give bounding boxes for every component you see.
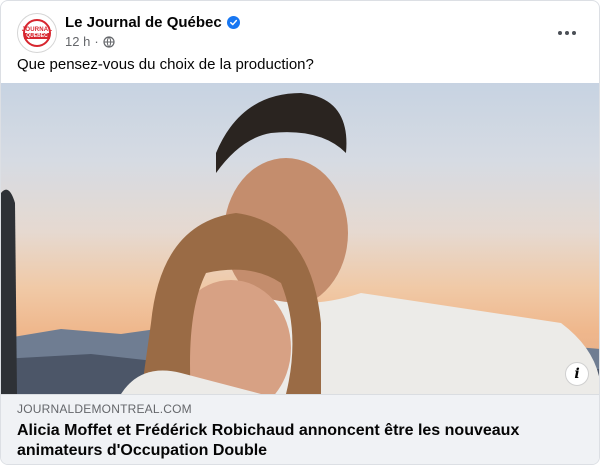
post-timestamp[interactable]: 12 h <box>65 34 90 49</box>
meta-separator: · <box>94 34 99 49</box>
post-header: JOURNAL QUÉBEC Le Journal de Québec 12 h… <box>17 13 587 53</box>
link-preview[interactable]: JOURNALDEMONTREAL.COM Alicia Moffet et F… <box>1 394 599 464</box>
more-options-icon[interactable] <box>553 19 581 47</box>
info-icon[interactable]: i <box>565 362 589 386</box>
link-title[interactable]: Alicia Moffet et Frédérick Robichaud ann… <box>17 421 537 461</box>
page-name-row: Le Journal de Québec <box>65 14 240 31</box>
page-name-link[interactable]: Le Journal de Québec <box>65 14 222 31</box>
link-domain: JOURNALDEMONTREAL.COM <box>17 402 192 416</box>
journal-logo: JOURNAL QUÉBEC <box>22 19 52 47</box>
post-message: Que pensez-vous du choix de la productio… <box>17 56 314 73</box>
logo-text-bottom: QUÉBEC <box>24 33 50 39</box>
globe-icon[interactable] <box>103 35 115 48</box>
post-photo[interactable]: i <box>1 83 599 394</box>
verified-badge-icon <box>226 16 240 29</box>
couple-silhouettes <box>1 93 599 394</box>
page-avatar[interactable]: JOURNAL QUÉBEC <box>17 13 57 53</box>
post-meta: 12 h · <box>65 34 115 49</box>
facebook-post-card: JOURNAL QUÉBEC Le Journal de Québec 12 h… <box>0 0 600 465</box>
